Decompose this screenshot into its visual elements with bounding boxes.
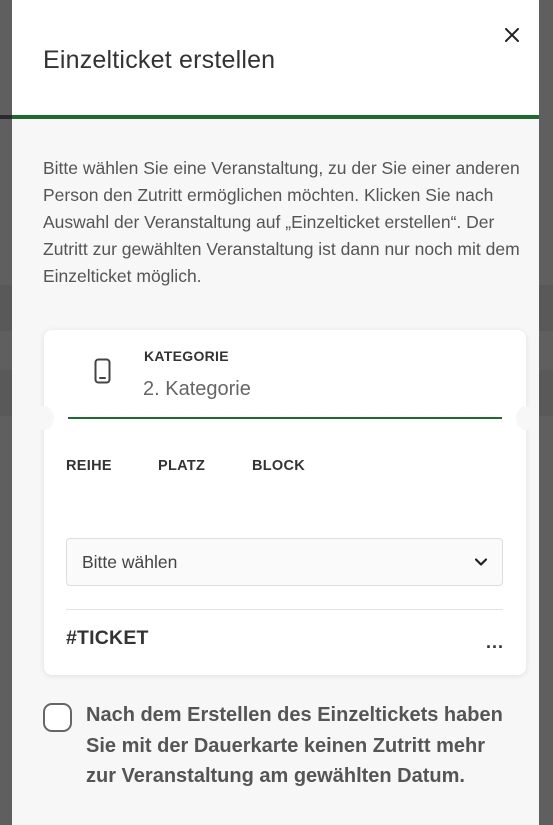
chevron-down-icon <box>474 558 488 566</box>
close-icon <box>505 28 519 42</box>
close-button[interactable] <box>499 22 525 48</box>
ticket-notch-right <box>516 406 536 430</box>
create-single-ticket-modal: Einzelticket erstellen Bitte wählen Sie … <box>0 0 539 825</box>
event-select-value: Bitte wählen <box>82 552 178 572</box>
category-label: KATEGORIE <box>144 348 229 364</box>
category-value: 2. Kategorie <box>143 378 251 400</box>
confirm-text: Nach dem Erstellen des Einzeltickets hab… <box>86 704 503 787</box>
confirm-checkbox[interactable] <box>43 703 72 732</box>
place-header: PLATZ <box>158 458 206 474</box>
ticket-notch-left <box>34 406 54 430</box>
modal-body: Bitte wählen Sie eine Veranstaltung, zu … <box>12 119 539 825</box>
ticket-card: KATEGORIE 2. Kategorie REIHE PLATZ BLOCK… <box>34 330 536 675</box>
intro-text: Bitte wählen Sie eine Veranstaltung, zu … <box>43 158 520 286</box>
phone-icon <box>94 358 111 384</box>
ticket-number: #TICKET <box>66 627 149 649</box>
block-header: BLOCK <box>252 458 306 474</box>
more-options-icon[interactable]: ... <box>486 633 504 651</box>
modal-title: Einzelticket erstellen <box>43 46 276 74</box>
category-underline <box>68 417 502 419</box>
event-select[interactable]: Bitte wählen <box>66 538 503 586</box>
modal-header: Einzelticket erstellen <box>0 0 539 119</box>
row-header: REIHE <box>66 458 112 474</box>
card-divider <box>66 609 503 610</box>
